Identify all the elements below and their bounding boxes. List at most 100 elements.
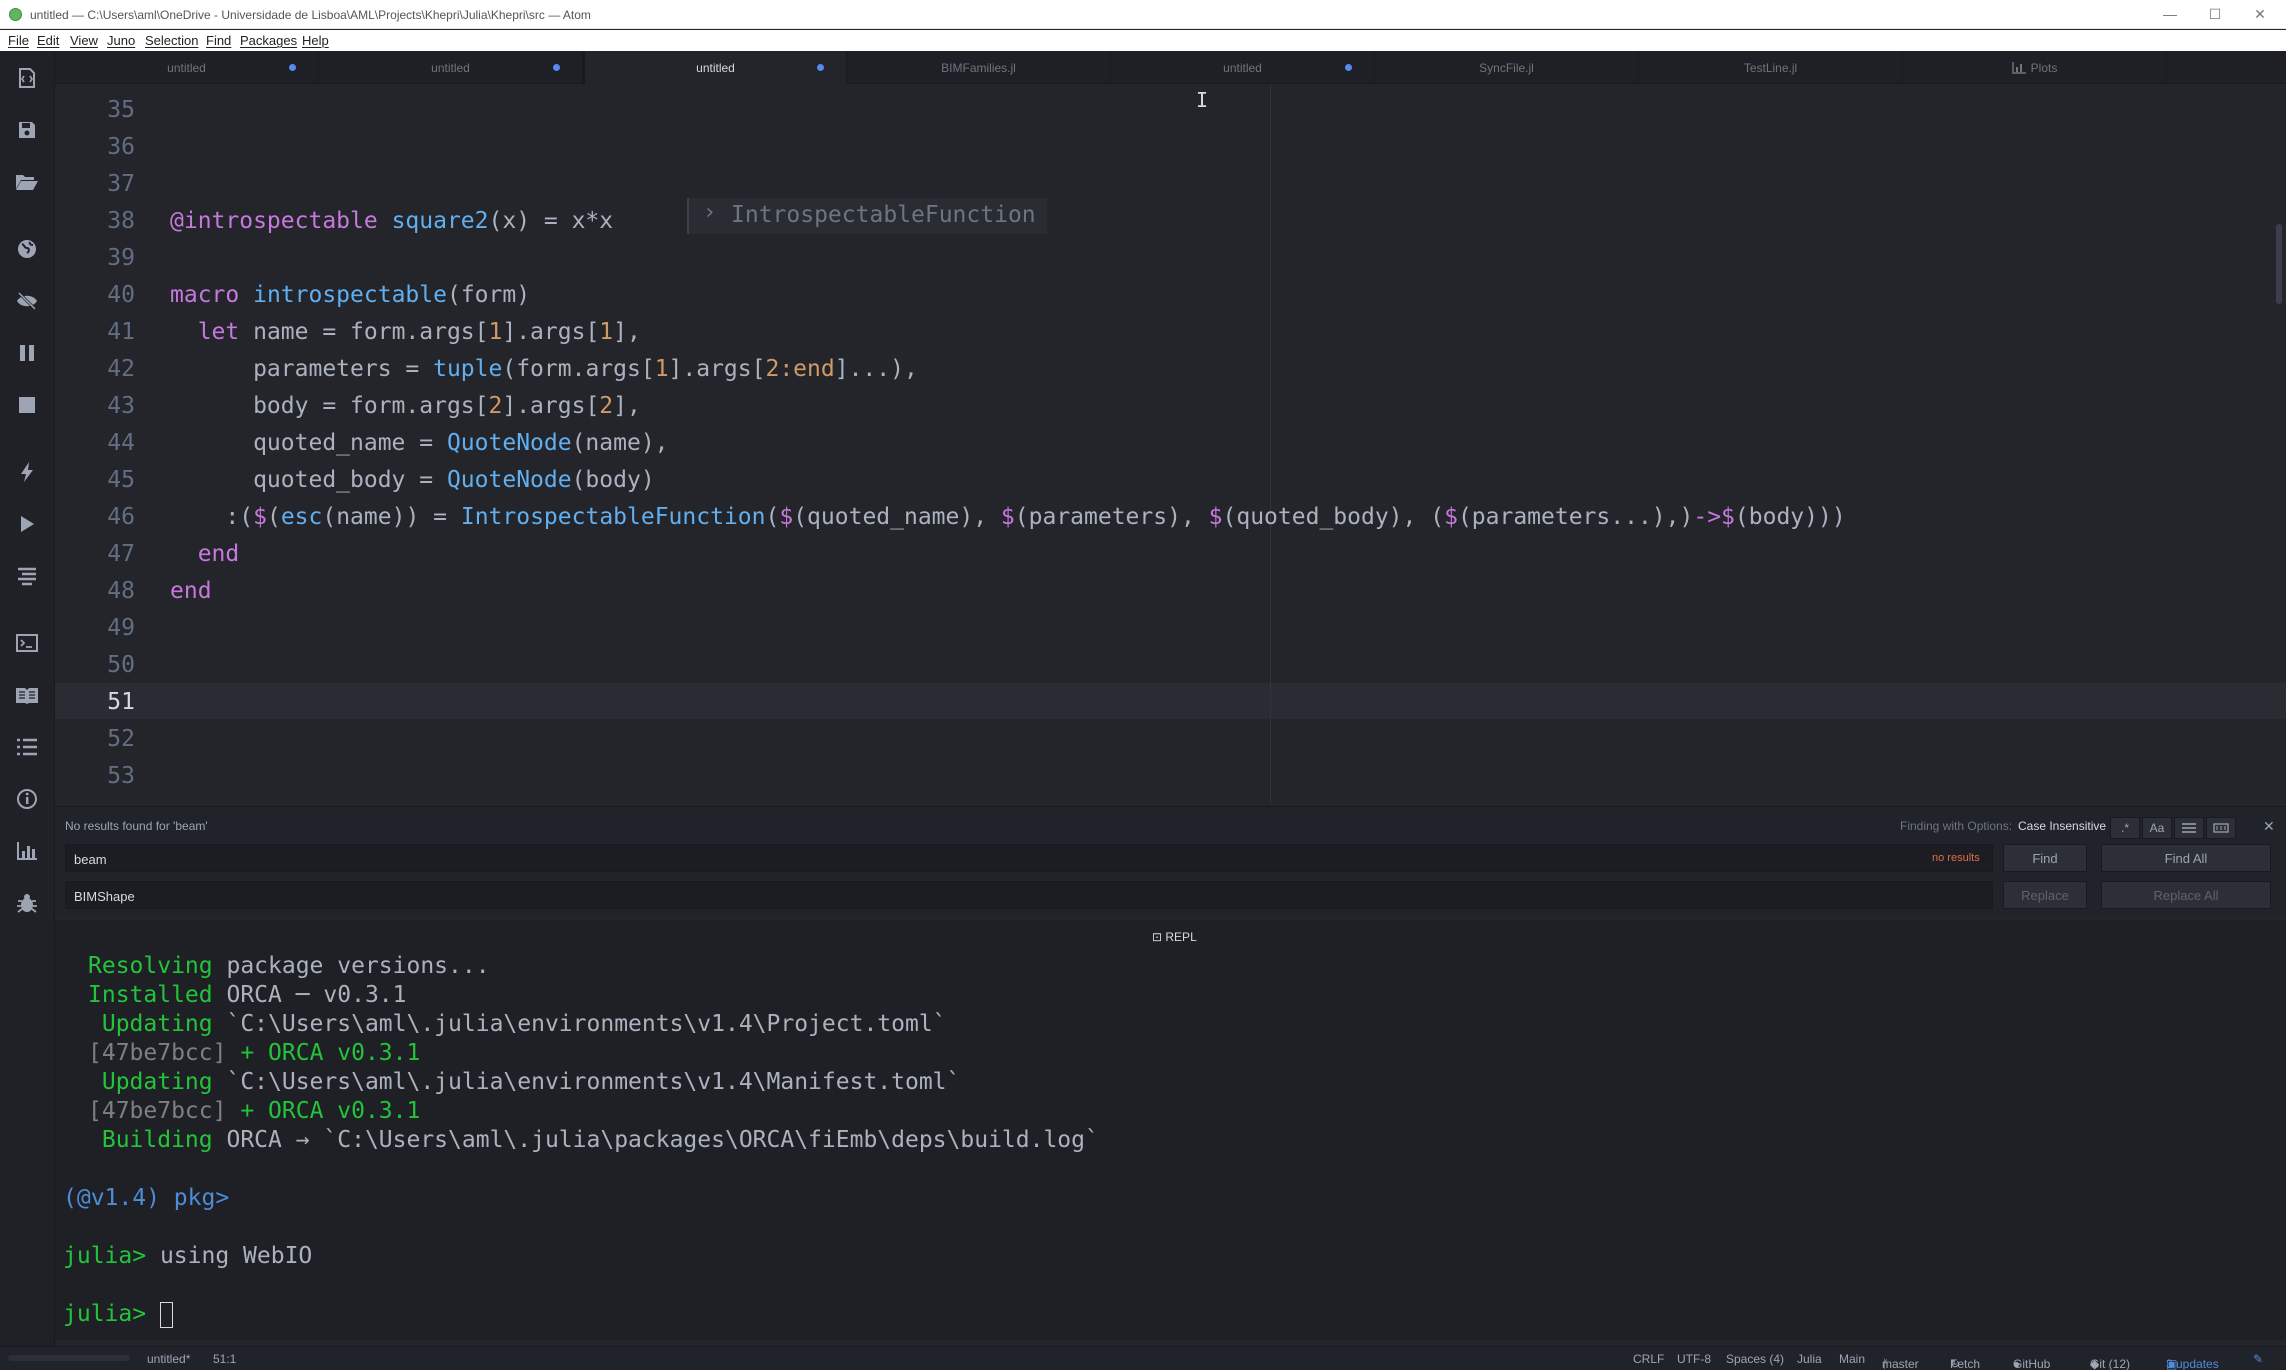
find-all-button[interactable]: Find All bbox=[2101, 844, 2271, 872]
menu-juno[interactable]: Juno bbox=[107, 33, 135, 48]
inline-result-text: IntrospectableFunction bbox=[731, 202, 1036, 228]
window-title: untitled — C:\Users\aml\OneDrive - Unive… bbox=[30, 8, 591, 22]
menu-view[interactable]: View bbox=[70, 33, 98, 48]
repl-line: Updating `C:\Users\aml\.julia\environmen… bbox=[88, 1011, 947, 1037]
find-button[interactable]: Find bbox=[2003, 844, 2087, 872]
tab-label: SyncFile.jl bbox=[1479, 60, 1534, 75]
chevron-right-icon[interactable]: › bbox=[703, 200, 716, 225]
line-number: 38 bbox=[107, 208, 135, 234]
selection-option-icon[interactable] bbox=[2174, 817, 2204, 839]
tab-label: untitled bbox=[167, 60, 206, 75]
find-panel: No results found for 'beam' Finding with… bbox=[55, 806, 2286, 916]
tab-testline[interactable]: TestLine.jl bbox=[1639, 51, 1903, 84]
info-icon[interactable] bbox=[13, 785, 41, 813]
book-icon[interactable] bbox=[13, 681, 41, 709]
feedback-icon[interactable]: ✎ bbox=[2253, 1352, 2263, 1366]
case-option-button[interactable]: Aa bbox=[2142, 817, 2172, 839]
status-bar: untitled* 51:1 CRLF UTF-8 Spaces (4) Jul… bbox=[0, 1346, 2286, 1370]
code-line-48: end bbox=[170, 578, 212, 604]
menu-file[interactable]: File bbox=[8, 33, 29, 48]
regex-option-button[interactable]: .* bbox=[2110, 817, 2140, 839]
mouse-i-beam-icon: I bbox=[1196, 88, 1209, 112]
juno-icon[interactable] bbox=[13, 64, 41, 92]
terminal-icon[interactable] bbox=[13, 629, 41, 657]
tab-label: TestLine.jl bbox=[1743, 60, 1798, 75]
status-grammar[interactable]: Julia bbox=[1797, 1352, 1822, 1366]
status-line-ending[interactable]: CRLF bbox=[1633, 1352, 1664, 1366]
progress-bar bbox=[8, 1355, 130, 1361]
replace-input[interactable]: BIMShape bbox=[65, 881, 1993, 909]
play-icon[interactable] bbox=[13, 510, 41, 538]
debug-icon[interactable] bbox=[13, 889, 41, 917]
no-results-badge: no results bbox=[1932, 852, 1980, 864]
line-number: 52 bbox=[107, 726, 135, 752]
line-number: 44 bbox=[107, 430, 135, 456]
tab-untitled-2[interactable]: untitled bbox=[319, 51, 583, 84]
tab-syncfile[interactable]: SyncFile.jl bbox=[1375, 51, 1639, 84]
modified-dot-icon bbox=[553, 64, 560, 71]
status-encoding[interactable]: UTF-8 bbox=[1677, 1352, 1711, 1366]
find-input-value: beam bbox=[74, 852, 107, 867]
code-editor[interactable]: › IntrospectableFunction 35 36 37 38 39 … bbox=[55, 84, 2286, 804]
line-number: 47 bbox=[107, 541, 135, 567]
line-number: 49 bbox=[107, 615, 135, 641]
repl-title: REPL bbox=[1165, 930, 1197, 944]
menu-edit[interactable]: Edit bbox=[37, 33, 59, 48]
repl-line: [47be7bcc] + ORCA v0.3.1 bbox=[88, 1040, 421, 1066]
status-cursor-position[interactable]: 51:1 bbox=[213, 1352, 236, 1366]
replace-all-button[interactable]: Replace All bbox=[2101, 881, 2271, 909]
modified-dot-icon bbox=[817, 64, 824, 71]
pause-icon[interactable] bbox=[13, 339, 41, 367]
line-number: 37 bbox=[107, 171, 135, 197]
terminal-small-icon: ⊡ bbox=[1152, 930, 1166, 944]
repl-line: Resolving package versions... bbox=[88, 953, 490, 979]
close-window-button[interactable]: ✕ bbox=[2248, 4, 2272, 24]
format-icon[interactable] bbox=[13, 562, 41, 590]
editor-scrollbar[interactable] bbox=[2276, 224, 2282, 304]
maximize-button[interactable]: ☐ bbox=[2203, 4, 2227, 24]
tab-untitled-active[interactable]: untitled bbox=[583, 51, 847, 84]
plots-icon[interactable] bbox=[13, 837, 41, 865]
stop-icon[interactable] bbox=[13, 391, 41, 419]
line-number: 39 bbox=[107, 245, 135, 271]
menu-selection[interactable]: Selection bbox=[145, 33, 198, 48]
list-icon[interactable] bbox=[13, 733, 41, 761]
bar-chart-icon bbox=[2011, 61, 2026, 74]
repl-panel[interactable]: ⊡ REPL Resolving package versions... Ins… bbox=[55, 920, 2286, 1340]
inline-result[interactable]: › IntrospectableFunction bbox=[687, 198, 1047, 234]
modified-dot-icon bbox=[289, 64, 296, 71]
modified-dot-icon bbox=[1345, 64, 1352, 71]
line-number: 43 bbox=[107, 393, 135, 419]
line-number: 36 bbox=[107, 134, 135, 160]
save-icon[interactable] bbox=[13, 116, 41, 144]
line-number: 53 bbox=[107, 763, 135, 789]
tab-plots[interactable]: Plots bbox=[1903, 51, 2167, 84]
whole-word-option-icon[interactable] bbox=[2206, 817, 2236, 839]
julia-prompt[interactable]: julia> bbox=[63, 1301, 173, 1328]
line-number: 41 bbox=[107, 319, 135, 345]
menu-find[interactable]: Find bbox=[206, 33, 231, 48]
eye-off-icon[interactable] bbox=[13, 287, 41, 315]
tab-label: untitled bbox=[431, 60, 470, 75]
menu-packages[interactable]: Packages bbox=[240, 33, 297, 48]
find-input[interactable]: beam bbox=[65, 844, 1993, 872]
tab-untitled-1[interactable]: untitled bbox=[55, 51, 319, 84]
tab-untitled-5[interactable]: untitled bbox=[1111, 51, 1375, 84]
tab-bimfamilies[interactable]: BIMFamilies.jl bbox=[847, 51, 1111, 84]
globe-icon[interactable] bbox=[13, 235, 41, 263]
open-folder-icon[interactable] bbox=[13, 168, 41, 196]
close-find-icon[interactable]: ✕ bbox=[2263, 818, 2275, 835]
line-number: 45 bbox=[107, 467, 135, 493]
status-indent[interactable]: Spaces (4) bbox=[1726, 1352, 1784, 1366]
juno-toolbar bbox=[0, 51, 55, 1346]
code-line-42: parameters = tuple(form.args[1].args[2:e… bbox=[170, 356, 918, 382]
bolt-icon[interactable] bbox=[13, 458, 41, 486]
code-line-43: body = form.args[2].args[2], bbox=[170, 393, 641, 419]
minimize-button[interactable]: — bbox=[2158, 4, 2182, 24]
status-file[interactable]: untitled* bbox=[147, 1352, 190, 1366]
menu-help[interactable]: Help bbox=[302, 33, 329, 48]
status-module[interactable]: Main bbox=[1839, 1352, 1865, 1366]
replace-button[interactable]: Replace bbox=[2003, 881, 2087, 909]
line-number: 46 bbox=[107, 504, 135, 530]
tab-label: untitled bbox=[696, 60, 735, 75]
